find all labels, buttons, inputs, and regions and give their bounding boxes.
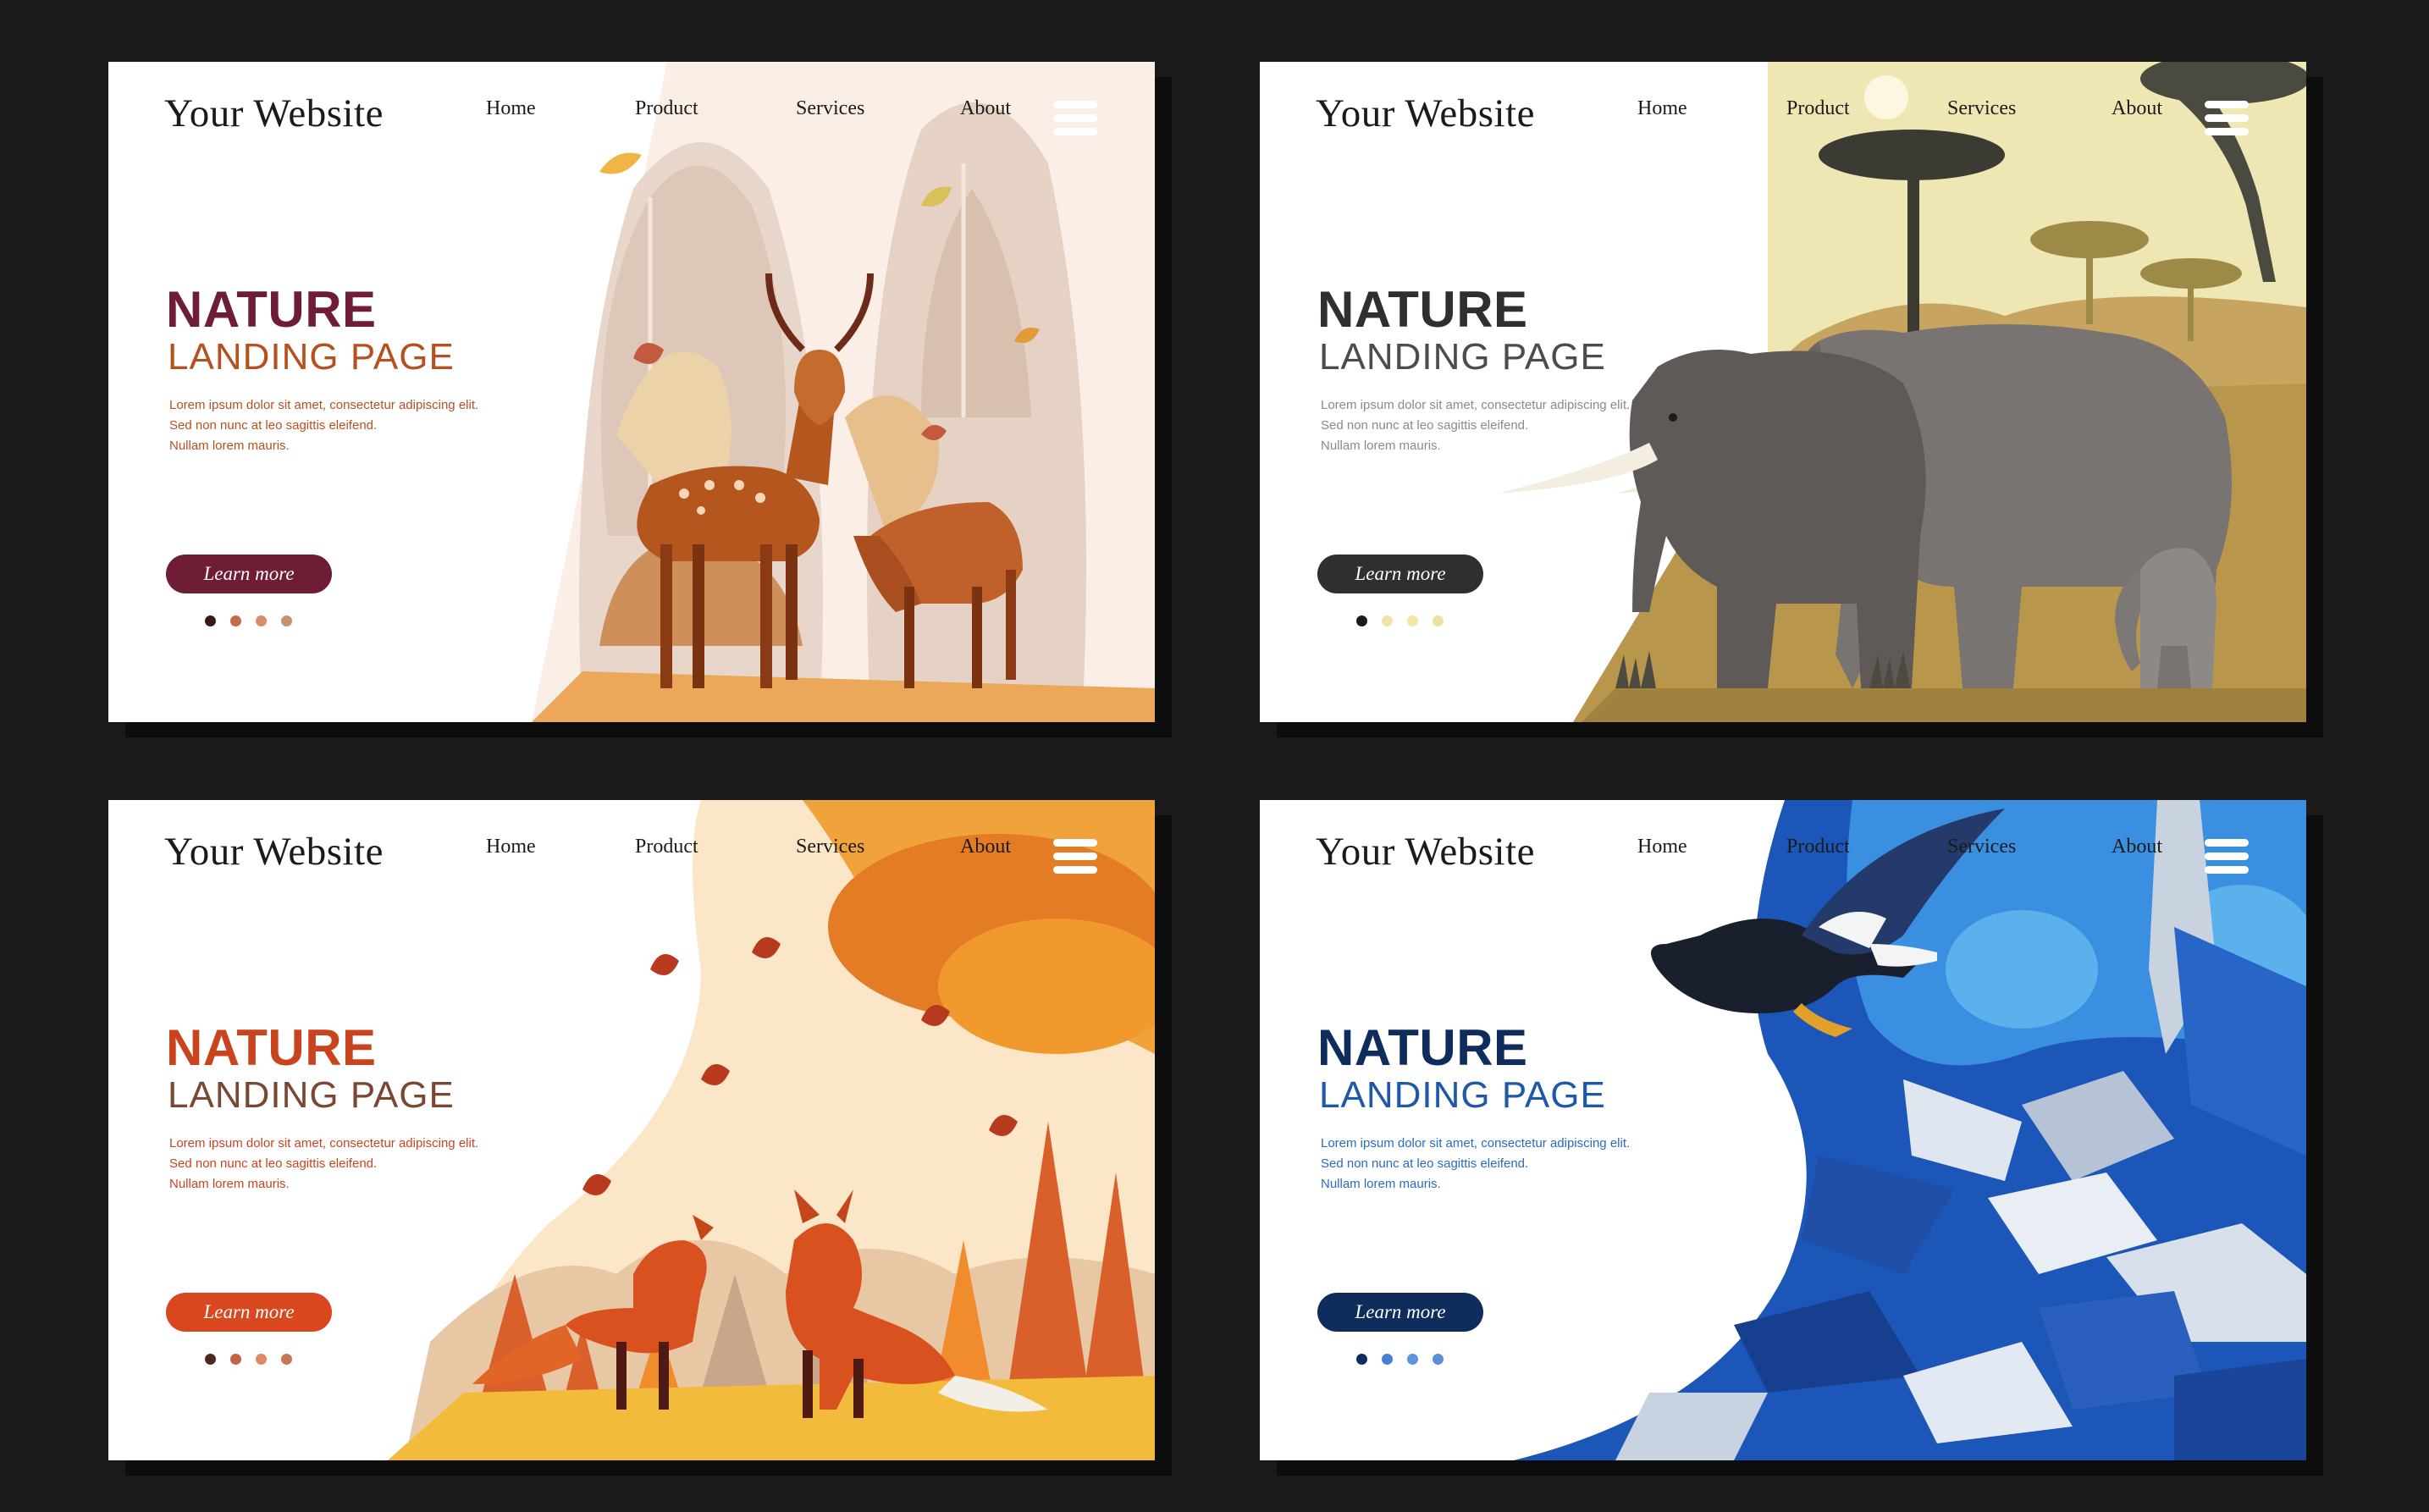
hamburger-menu-icon[interactable] (2205, 101, 2249, 138)
landing-card-elephants: Your Website Home Product Services About… (1260, 62, 2323, 737)
card-panel: Your Website Home Product Services About… (1260, 62, 2306, 722)
carousel-dot[interactable] (1356, 615, 1367, 626)
nav-home[interactable]: Home (1637, 836, 1687, 858)
carousel-dot[interactable] (256, 615, 267, 626)
desc-line: Lorem ipsum dolor sit amet, consectetur … (169, 398, 479, 412)
carousel-dot[interactable] (1407, 615, 1418, 626)
carousel-dot[interactable] (256, 1354, 267, 1365)
desc-line: Sed non nunc at leo sagittis eleifend. (169, 1156, 378, 1171)
nav-services[interactable]: Services (1947, 836, 2016, 858)
site-brand[interactable]: Your Website (164, 91, 384, 136)
desc-line: Nullam lorem mauris. (169, 1177, 290, 1191)
nav-services[interactable]: Services (796, 836, 864, 858)
nav-about[interactable]: About (960, 836, 1011, 858)
learn-more-button[interactable]: Learn more (166, 555, 332, 593)
hero-description: Lorem ipsum dolor sit amet, consectetur … (169, 1134, 491, 1195)
site-brand[interactable]: Your Website (1316, 91, 1535, 136)
desc-line: Lorem ipsum dolor sit amet, consectetur … (1321, 1136, 1631, 1151)
nav-home[interactable]: Home (486, 97, 536, 120)
hero-subtitle: LANDING PAGE (1319, 336, 1606, 378)
nav-product[interactable]: Product (1786, 97, 1850, 120)
desc-line: Sed non nunc at leo sagittis eleifend. (169, 418, 378, 433)
hero-title: NATURE (166, 281, 377, 338)
hamburger-menu-icon[interactable] (1053, 101, 1097, 138)
carousel-dot[interactable] (1356, 1354, 1367, 1365)
card-panel: Your Website Home Product Services About… (108, 62, 1155, 722)
nav-home[interactable]: Home (486, 836, 536, 858)
learn-more-button[interactable]: Learn more (1317, 555, 1483, 593)
carousel-dot[interactable] (281, 1354, 292, 1365)
nav-services[interactable]: Services (1947, 97, 2016, 120)
nav-about[interactable]: About (2112, 836, 2162, 858)
landing-card-deer: Your Website Home Product Services About… (108, 62, 1172, 737)
nav-about[interactable]: About (960, 97, 1011, 120)
carousel-dot[interactable] (1382, 615, 1393, 626)
hero-subtitle: LANDING PAGE (1319, 1074, 1606, 1116)
hero-subtitle: LANDING PAGE (168, 1074, 455, 1116)
nav-product[interactable]: Product (635, 836, 698, 858)
hero-description: Lorem ipsum dolor sit amet, consectetur … (1321, 1134, 1642, 1195)
card-panel: Your Website Home Product Services About… (1260, 800, 2306, 1460)
nav-home[interactable]: Home (1637, 97, 1687, 120)
carousel-dot[interactable] (1382, 1354, 1393, 1365)
carousel-dot[interactable] (1407, 1354, 1418, 1365)
desc-line: Lorem ipsum dolor sit amet, consectetur … (169, 1136, 479, 1151)
nav-about[interactable]: About (2112, 97, 2162, 120)
nav-services[interactable]: Services (796, 97, 864, 120)
hero-description: Lorem ipsum dolor sit amet, consectetur … (169, 395, 491, 456)
hero-title: NATURE (1317, 281, 1528, 338)
desc-line: Nullam lorem mauris. (1321, 439, 1441, 453)
hero-title: NATURE (1317, 1019, 1528, 1076)
desc-line: Sed non nunc at leo sagittis eleifend. (1321, 1156, 1529, 1171)
hamburger-menu-icon[interactable] (1053, 839, 1097, 876)
site-brand[interactable]: Your Website (164, 829, 384, 875)
learn-more-button[interactable]: Learn more (166, 1293, 332, 1332)
carousel-dots (1356, 615, 1449, 627)
desc-line: Sed non nunc at leo sagittis eleifend. (1321, 418, 1529, 433)
nav-product[interactable]: Product (1786, 836, 1850, 858)
landing-card-eagle: Your Website Home Product Services About… (1260, 800, 2323, 1476)
card-panel: Your Website Home Product Services About… (108, 800, 1155, 1460)
carousel-dots (205, 615, 298, 627)
hero-title: NATURE (166, 1019, 377, 1076)
desc-line: Lorem ipsum dolor sit amet, consectetur … (1321, 398, 1631, 412)
carousel-dot[interactable] (230, 615, 241, 626)
learn-more-button[interactable]: Learn more (1317, 1293, 1483, 1332)
landing-card-foxes: Your Website Home Product Services About… (108, 800, 1172, 1476)
site-brand[interactable]: Your Website (1316, 829, 1535, 875)
carousel-dots (1356, 1354, 1449, 1366)
carousel-dot[interactable] (205, 1354, 216, 1365)
carousel-dot[interactable] (205, 615, 216, 626)
desc-line: Nullam lorem mauris. (169, 439, 290, 453)
carousel-dot[interactable] (230, 1354, 241, 1365)
carousel-dots (205, 1354, 298, 1366)
carousel-dot[interactable] (1433, 615, 1444, 626)
desc-line: Nullam lorem mauris. (1321, 1177, 1441, 1191)
nav-product[interactable]: Product (635, 97, 698, 120)
carousel-dot[interactable] (1433, 1354, 1444, 1365)
hero-description: Lorem ipsum dolor sit amet, consectetur … (1321, 395, 1642, 456)
carousel-dot[interactable] (281, 615, 292, 626)
hero-subtitle: LANDING PAGE (168, 336, 455, 378)
hamburger-menu-icon[interactable] (2205, 839, 2249, 876)
